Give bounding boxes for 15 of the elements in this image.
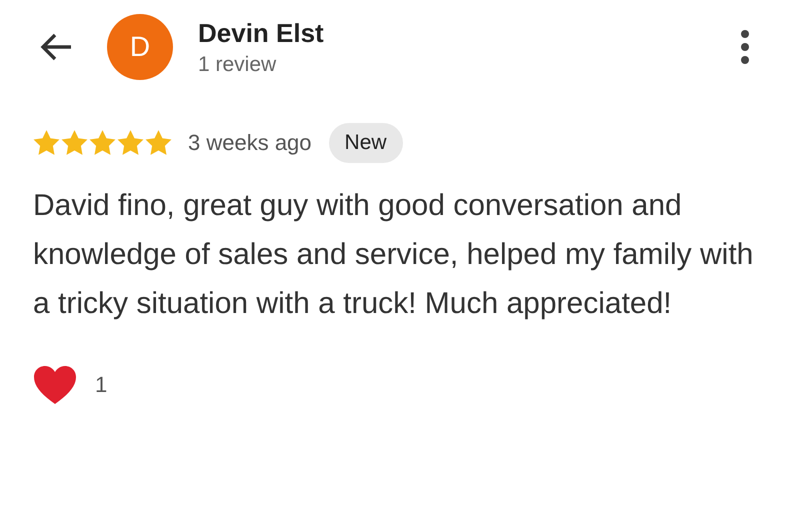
back-icon[interactable] — [39, 32, 73, 62]
review-text: David fino, great guy with good conversation and knowledge of sales and service, helped my family with a tricky situation with a truck! Much appreciated! — [33, 188, 754, 322]
star-icon — [89, 130, 116, 156]
star-icon — [33, 130, 60, 156]
star-icon — [145, 130, 172, 156]
reviewer-name: Devin Elst — [198, 18, 325, 48]
avatar: D — [107, 14, 173, 80]
more-icon[interactable] — [740, 30, 750, 64]
star-icon — [61, 130, 88, 156]
star-icon — [117, 130, 144, 156]
heart-icon[interactable] — [33, 364, 77, 406]
review-time: 3 weeks ago — [188, 130, 312, 156]
new-badge: New — [328, 123, 403, 163]
review-count: 1 review — [198, 52, 278, 76]
reaction-count: 1 — [95, 372, 108, 398]
